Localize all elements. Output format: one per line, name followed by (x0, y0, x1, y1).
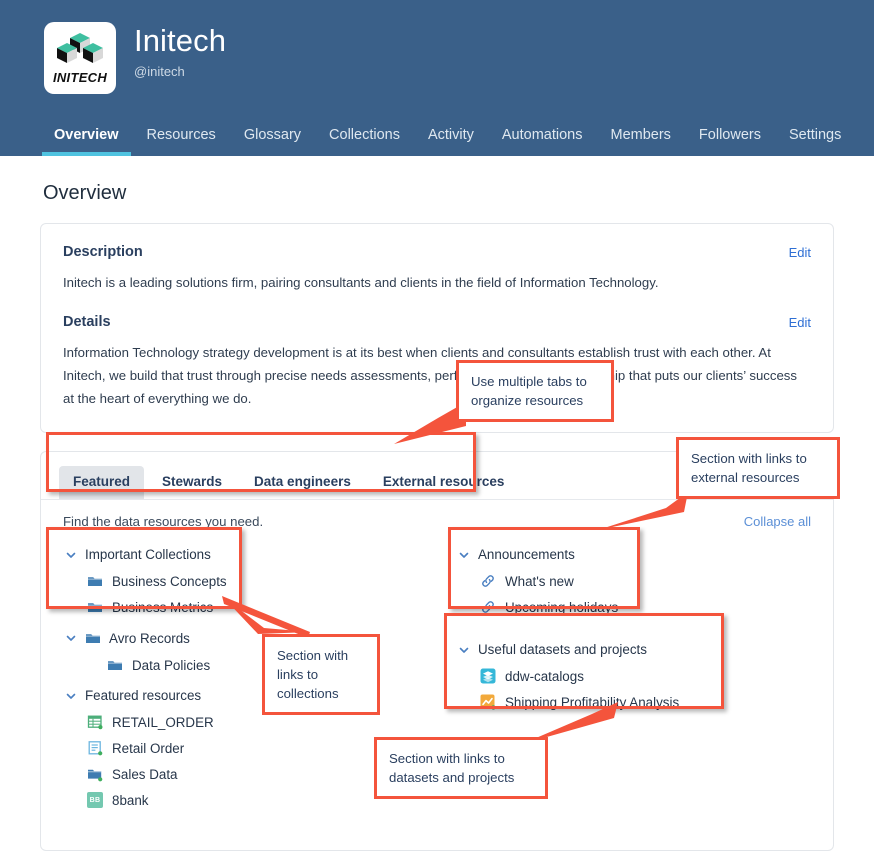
group-label: Useful datasets and projects (478, 642, 647, 658)
org-logo: INITECH (44, 22, 116, 94)
bb-badge-icon: BB (87, 792, 103, 809)
org-handle: @initech (134, 64, 185, 80)
nav-item-members[interactable]: Members (596, 127, 684, 156)
group-header-announcements[interactable]: Announcements (456, 541, 811, 568)
chevron-down-icon (66, 552, 76, 558)
nav-item-glossary[interactable]: Glossary (230, 127, 315, 156)
group-label: Featured resources (85, 688, 202, 704)
link-icon (482, 575, 494, 588)
details-heading: Details (63, 314, 111, 331)
description-body: Initech is a leading solutions firm, pai… (63, 275, 659, 290)
org-header-inner: INITECH Initech @initech (0, 0, 874, 94)
callout-collections: Section with links to collections (262, 634, 380, 716)
primary-nav: Overview Resources Glossary Collections … (0, 116, 874, 156)
folder-icon (108, 661, 122, 671)
tab-external-resources[interactable]: External resources (369, 466, 519, 499)
initech-blocks-icon (57, 33, 103, 63)
list-item-label: Retail Order (112, 740, 185, 756)
folder-icon (88, 577, 102, 587)
resources-subheader: Find the data resources you need. Collap… (41, 500, 833, 529)
logo-wordmark: INITECH (52, 70, 108, 85)
description-heading: Description (63, 244, 143, 260)
tab-stewards[interactable]: Stewards (148, 466, 236, 499)
page-title: Overview (43, 182, 127, 204)
collapse-all-link[interactable]: Collapse all (744, 514, 811, 529)
nav-item-activity[interactable]: Activity (414, 127, 488, 156)
group-label: Announcements (478, 547, 575, 563)
group-announcements: Announcements What's new Upcoming holida… (456, 541, 811, 620)
list-item-retail-order-doc[interactable]: Retail Order (63, 735, 418, 761)
org-identity: Initech @initech (134, 22, 226, 79)
callout-external-resources: Section with links to external resources (676, 437, 840, 500)
description-header: Description Edit (63, 244, 811, 260)
group-label: Avro Records (109, 630, 190, 646)
layers-icon (480, 668, 496, 684)
list-item-label: Business Metrics (112, 599, 214, 615)
group-header-important-collections[interactable]: Important Collections (63, 541, 418, 568)
list-item-8bank[interactable]: BB 8bank (63, 787, 418, 813)
list-item-label: ddw-catalogs (505, 668, 584, 684)
chevron-down-icon (66, 693, 76, 699)
list-item-whats-new[interactable]: What's new (456, 568, 811, 594)
list-item-label: RETAIL_ORDER (112, 714, 214, 730)
nav-item-overview[interactable]: Overview (40, 127, 133, 156)
nav-item-settings[interactable]: Settings (775, 127, 855, 156)
tab-data-engineers[interactable]: Data engineers (240, 466, 365, 499)
callout-tabs: Use multiple tabs to organize resources (456, 360, 614, 423)
folder-icon (88, 603, 102, 613)
tab-featured[interactable]: Featured (59, 466, 145, 500)
org-title: Initech (134, 23, 227, 58)
document-icon (88, 741, 103, 756)
group-label: Important Collections (85, 547, 211, 563)
list-item-label: Upcoming holidays (505, 599, 619, 615)
list-item-label: Data Policies (132, 657, 211, 673)
details-edit-link[interactable]: Edit (789, 315, 811, 330)
org-header: INITECH Initech @initech Overview Resour… (0, 0, 874, 156)
find-resources-text: Find the data resources you need. (63, 514, 264, 530)
list-item-label: What's new (505, 573, 574, 589)
section-divider-spacer (63, 294, 811, 314)
nav-item-resources[interactable]: Resources (133, 127, 230, 156)
list-item-label: 8bank (112, 792, 149, 808)
chevron-down-icon (459, 647, 469, 653)
list-item-business-concepts[interactable]: Business Concepts (63, 568, 418, 594)
list-item-ddw-catalogs[interactable]: ddw-catalogs (456, 663, 811, 689)
table-icon (87, 715, 103, 730)
link-icon (482, 601, 494, 614)
chevron-down-icon (459, 552, 469, 558)
chevron-down-icon (66, 636, 76, 642)
list-item-upcoming-holidays[interactable]: Upcoming holidays (456, 594, 811, 620)
details-header: Details Edit (63, 314, 811, 330)
nav-item-collections[interactable]: Collections (315, 127, 414, 156)
folder-icon (88, 770, 103, 782)
list-item-label: Sales Data (112, 766, 178, 782)
folder-icon (86, 634, 100, 644)
list-item-label: Business Concepts (112, 573, 227, 589)
group-header-useful-datasets[interactable]: Useful datasets and projects (456, 636, 811, 663)
callout-datasets: Section with links to datasets and proje… (374, 737, 548, 800)
nav-item-automations[interactable]: Automations (488, 127, 597, 156)
nav-item-followers[interactable]: Followers (685, 127, 775, 156)
description-edit-link[interactable]: Edit (789, 245, 811, 260)
list-item-sales-data[interactable]: Sales Data (63, 761, 418, 787)
